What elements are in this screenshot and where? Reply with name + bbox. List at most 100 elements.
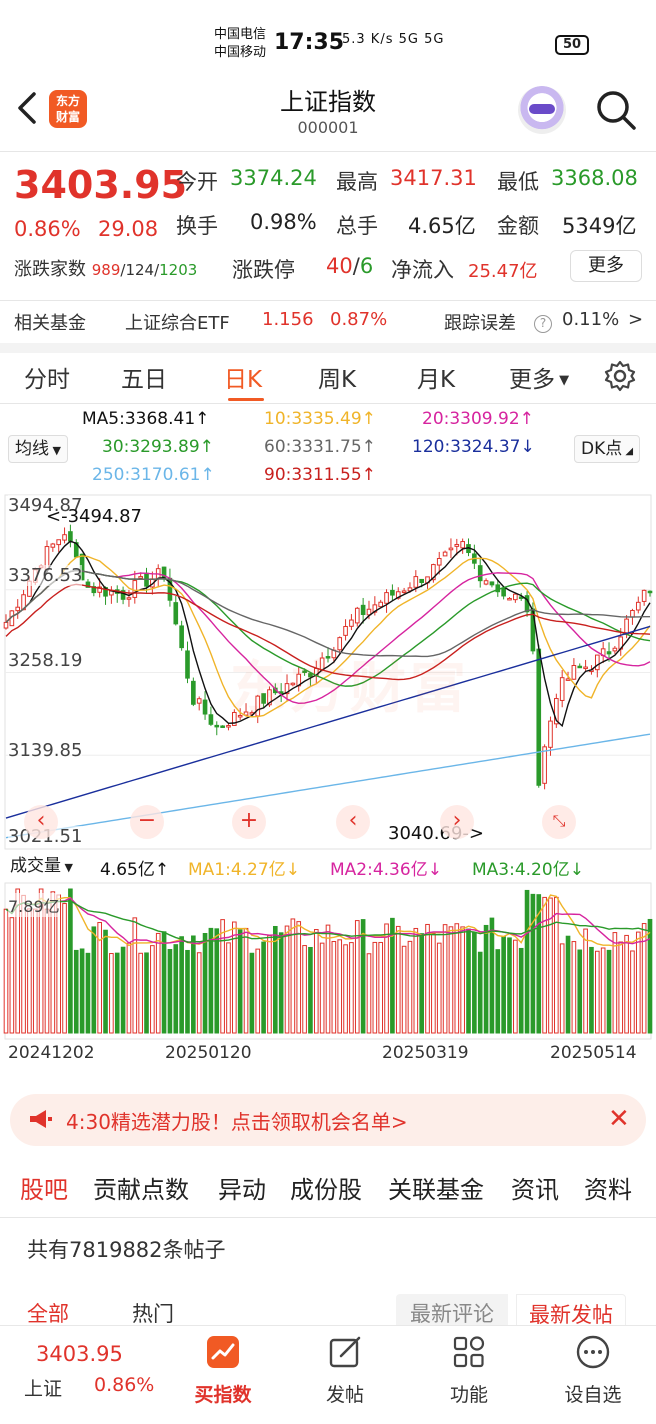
caret-down-icon: ▼: [61, 861, 73, 874]
close-icon[interactable]: ✕: [608, 1104, 630, 1134]
tab-monthly-k[interactable]: 月K: [417, 360, 455, 394]
watermark: 东方财富: [230, 656, 470, 721]
zoom-out-icon[interactable]: −: [130, 805, 164, 839]
volume-value: 4.65亿: [408, 214, 476, 238]
nav-functions-label: 功能: [449, 1384, 488, 1406]
volume-ma3: MA3:4.20亿↓: [472, 860, 584, 880]
caret-down-icon: ▼: [49, 444, 61, 457]
limit-up: 40: [326, 254, 353, 278]
turnover-value: 0.98%: [250, 210, 317, 234]
kline-chart[interactable]: 东方财富 3494.87 3376.53 3258.19 3139.85 302…: [0, 493, 656, 853]
date-label-3: 20250319: [382, 1043, 469, 1063]
advance-decline: 涨跌家数 989/124/1203: [14, 259, 198, 280]
high-marker: <-3494.87: [46, 506, 143, 527]
carrier-1: 中国电信: [214, 27, 267, 42]
next-icon[interactable]: ›: [440, 805, 474, 839]
volume-chart[interactable]: 成交量 ▼ 4.65亿↑ MA1:4.27亿↓ MA2:4.36亿↓ MA3:4…: [0, 853, 656, 1083]
volume-selector[interactable]: 成交量 ▼: [8, 853, 75, 881]
assistant-robot-icon[interactable]: [518, 86, 566, 134]
open-value: 3374.24: [230, 166, 317, 190]
related-fund-row[interactable]: 相关基金 上证综合ETF 1.156 0.87% 跟踪误差 ? 0.11% >: [0, 303, 656, 347]
tab-five-day[interactable]: 五日: [121, 360, 167, 394]
zoom-in-icon[interactable]: +: [232, 805, 266, 839]
subtab-contribution[interactable]: 贡献点数: [93, 1170, 189, 1205]
nav-buy-index[interactable]: 买指数: [178, 1334, 268, 1407]
fund-pct: 0.87%: [330, 309, 388, 330]
fullscreen-icon[interactable]: ⤡: [542, 805, 576, 839]
trend-up-icon: [207, 1336, 239, 1368]
bottom-nav: 3403.95 上证 0.86% 买指数 发帖 功能 设自选: [0, 1325, 656, 1424]
subtab-news[interactable]: 资讯: [511, 1170, 559, 1205]
chart-tabs: 分时 五日 日K 周K 月K 更多 ▼: [0, 352, 656, 402]
filter-all[interactable]: 全部: [27, 1298, 69, 1328]
status-bar: 中国电信 中国移动 17:35 5.3 K/s 5G 5G 50: [0, 0, 656, 64]
active-tab-indicator: [228, 398, 264, 401]
amount-label: 金额: [497, 214, 539, 238]
more-dots-icon: [576, 1335, 610, 1369]
adv-flat: 124: [125, 261, 155, 279]
scroll-left-icon[interactable]: ‹: [24, 805, 58, 839]
ma-selector[interactable]: 均线 ▼: [8, 435, 68, 463]
ma120-label: 120:3324.37↓: [412, 437, 535, 457]
nav-pct: 0.86%: [94, 1374, 155, 1396]
date-label-2: 20250120: [165, 1043, 252, 1063]
tab-weekly-k[interactable]: 周K: [318, 360, 356, 394]
fund-label: 相关基金: [14, 313, 86, 334]
clock: 17:35: [274, 30, 345, 55]
more-button[interactable]: 更多: [570, 250, 642, 282]
subtab-movement[interactable]: 异动: [218, 1170, 266, 1205]
ma-legend: MA5:3368.41↑ 10:3335.49↑ 20:3309.92↑ 30:…: [0, 405, 656, 493]
change-amount: 29.08: [98, 217, 159, 241]
corner-triangle-icon: ◢: [622, 446, 634, 457]
adv-up: 989: [91, 261, 121, 279]
ma30-label: 30:3293.89↑: [102, 437, 214, 457]
volume-ma2: MA2:4.36亿↓: [330, 860, 442, 880]
subtab-constituents[interactable]: 成份股: [290, 1170, 362, 1205]
ma20-label: 20:3309.92↑: [422, 409, 534, 429]
amount-value: 5349亿: [562, 214, 637, 238]
grid-icon: [453, 1336, 485, 1368]
nav-add-watchlist[interactable]: 设自选: [548, 1334, 638, 1407]
nav-post[interactable]: 发帖: [300, 1334, 390, 1407]
nav-price: 3403.95: [36, 1342, 123, 1366]
tracking-error-label: 跟踪误差: [444, 313, 516, 334]
nav-watch-label: 设自选: [564, 1384, 622, 1406]
nav-buy-label: 买指数: [194, 1384, 252, 1406]
filter-hot[interactable]: 热门: [132, 1298, 174, 1328]
dk-point-button[interactable]: DK点 ◢: [574, 435, 641, 463]
limit-down: 6: [359, 254, 374, 278]
nav-index-name: 上证: [24, 1378, 63, 1400]
subtab-related-funds[interactable]: 关联基金: [388, 1170, 484, 1205]
volume-selector-label: 成交量: [10, 856, 61, 876]
net-flow-label: 净流入: [391, 258, 454, 282]
volume-value: 4.65亿↑: [100, 860, 170, 880]
chevron-right-icon: >: [628, 309, 644, 330]
volume-max-label: 7.89亿: [8, 893, 60, 917]
y-label-4: 3139.85: [8, 740, 83, 761]
info-icon[interactable]: ?: [534, 311, 552, 333]
prev-icon[interactable]: ‹: [336, 805, 370, 839]
tab-minute[interactable]: 分时: [24, 360, 70, 394]
volume-ma1: MA1:4.27亿↓: [188, 860, 300, 880]
promo-banner[interactable]: 4:30精选潜力股！点击领取机会名单> ✕: [10, 1094, 646, 1146]
nav-functions[interactable]: 功能: [424, 1334, 514, 1407]
tab-more[interactable]: 更多 ▼: [509, 360, 569, 394]
fund-name: 上证综合ETF: [125, 313, 230, 334]
limit-values: 40/6: [326, 254, 374, 278]
ma10-label: 10:3335.49↑: [264, 409, 376, 429]
subtab-guba[interactable]: 股吧: [20, 1170, 68, 1205]
current-price: 3403.95: [14, 163, 188, 207]
change-percent: 0.86%: [14, 217, 81, 241]
nav-post-label: 发帖: [325, 1384, 364, 1406]
tab-daily-k[interactable]: 日K: [224, 360, 262, 394]
search-icon[interactable]: [594, 88, 638, 132]
header: 东方 财富 上证指数 000001: [0, 64, 656, 152]
adv-label: 涨跌家数: [14, 259, 86, 280]
y-label-3: 3258.19: [8, 650, 83, 671]
low-label: 最低: [497, 170, 539, 194]
ma-selector-label: 均线: [15, 439, 49, 459]
subtab-profile[interactable]: 资料: [584, 1170, 632, 1205]
network-icons: 5.3 K/s 5G 5G: [342, 32, 445, 47]
low-value: 3368.08: [551, 166, 638, 190]
gear-icon[interactable]: [604, 360, 636, 392]
